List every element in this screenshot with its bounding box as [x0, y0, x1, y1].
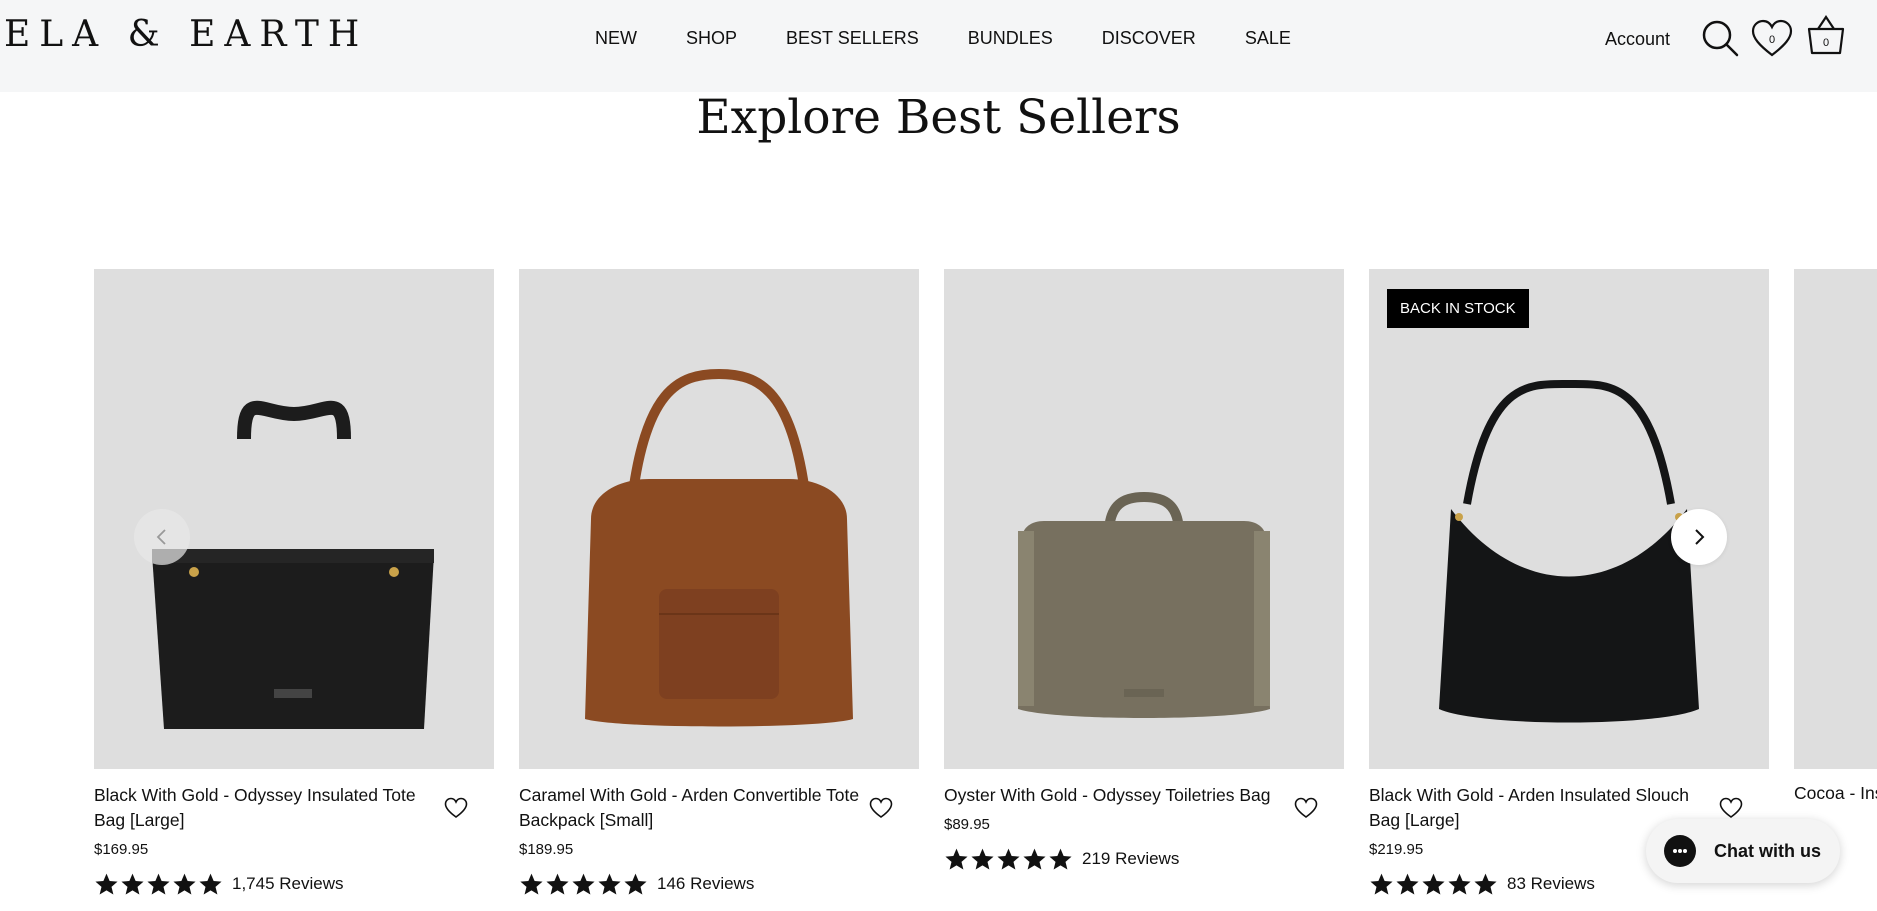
product-image[interactable] — [519, 269, 919, 769]
star-icon — [1474, 873, 1497, 895]
star-icon — [1049, 848, 1072, 870]
star-icon — [95, 873, 118, 895]
star-rating — [519, 872, 649, 896]
wishlist-heart-icon[interactable] — [444, 797, 468, 819]
star-icon — [1370, 873, 1393, 895]
review-count[interactable]: 1,745 Reviews — [232, 874, 344, 894]
star-icon — [520, 873, 543, 895]
product-card[interactable]: Oyster With Gold - Odyssey Toiletries Ba… — [944, 269, 1344, 870]
partial-product-image[interactable] — [1794, 269, 1877, 769]
main-nav: NEW SHOP BEST SELLERS BUNDLES DISCOVER S… — [595, 28, 1340, 49]
nav-best-sellers[interactable]: BEST SELLERS — [786, 28, 919, 49]
wishlist-heart-icon[interactable] — [869, 797, 893, 819]
nav-sale[interactable]: SALE — [1245, 28, 1291, 49]
product-rating[interactable]: 146 Reviews — [519, 872, 754, 896]
product-rating[interactable]: 1,745 Reviews — [94, 872, 344, 896]
search-icon[interactable] — [1700, 18, 1740, 58]
star-rating — [1369, 872, 1499, 896]
star-rating — [944, 847, 1074, 871]
nav-discover[interactable]: DISCOVER — [1102, 28, 1196, 49]
chat-bubble-icon — [1664, 835, 1696, 867]
review-count[interactable]: 83 Reviews — [1507, 874, 1595, 894]
chat-widget-button[interactable]: Chat with us — [1646, 819, 1840, 883]
back-in-stock-badge: BACK IN STOCK — [1387, 289, 1529, 328]
star-icon — [546, 873, 569, 895]
brand-logo[interactable]: ELA & EARTH — [4, 14, 368, 55]
star-icon — [598, 873, 621, 895]
star-icon — [1023, 848, 1046, 870]
star-icon — [147, 873, 170, 895]
site-header: ELA & EARTH NEW SHOP BEST SELLERS BUNDLE… — [0, 0, 1877, 92]
review-count[interactable]: 146 Reviews — [657, 874, 754, 894]
star-rating — [94, 872, 224, 896]
cart-icon[interactable]: 0 — [1805, 13, 1847, 57]
wishlist-icon[interactable]: 0 — [1751, 19, 1793, 59]
star-icon — [971, 848, 994, 870]
product-name[interactable]: Black With Gold - Odyssey Insulated Tote… — [94, 783, 439, 833]
star-icon — [1422, 873, 1445, 895]
nav-bundles[interactable]: BUNDLES — [968, 28, 1053, 49]
chat-label: Chat with us — [1714, 840, 1821, 861]
wishlist-count: 0 — [1769, 34, 1775, 46]
product-card[interactable]: Caramel With Gold - Arden Convertible To… — [519, 269, 919, 895]
product-name[interactable]: Oyster With Gold - Odyssey Toiletries Ba… — [944, 783, 1289, 808]
product-name[interactable]: Caramel With Gold - Arden Convertible To… — [519, 783, 864, 833]
star-icon — [199, 873, 222, 895]
backpack-image — [585, 368, 853, 727]
star-icon — [1396, 873, 1419, 895]
carousel-prev-button[interactable] — [134, 509, 190, 565]
product-image[interactable] — [944, 269, 1344, 769]
product-price: $169.95 — [94, 841, 149, 858]
nav-shop[interactable]: SHOP — [686, 28, 737, 49]
account-link[interactable]: Account — [1605, 29, 1670, 50]
nav-new[interactable]: NEW — [595, 28, 637, 49]
star-icon — [121, 873, 144, 895]
star-icon — [997, 848, 1020, 870]
wishlist-heart-icon[interactable] — [1294, 797, 1318, 819]
wishlist-heart-icon[interactable] — [1719, 797, 1743, 819]
product-price: $89.95 — [944, 816, 990, 833]
chevron-left-icon — [156, 529, 166, 545]
review-count[interactable]: 219 Reviews — [1082, 849, 1179, 869]
cart-count: 0 — [1823, 37, 1829, 49]
star-icon — [945, 848, 968, 870]
star-icon — [173, 873, 196, 895]
section-title: Explore Best Sellers — [696, 90, 1181, 145]
star-icon — [624, 873, 647, 895]
product-price: $189.95 — [519, 841, 574, 858]
toiletries-bag-image — [1018, 491, 1270, 718]
carousel-next-button[interactable] — [1671, 509, 1727, 565]
chevron-right-icon — [1695, 529, 1705, 545]
product-rating[interactable]: 219 Reviews — [944, 847, 1179, 871]
star-icon — [572, 873, 595, 895]
partial-product-name[interactable]: Cocoa - Ins — [1794, 783, 1877, 804]
product-price: $219.95 — [1369, 841, 1424, 858]
star-icon — [1448, 873, 1471, 895]
product-rating[interactable]: 83 Reviews — [1369, 872, 1595, 896]
